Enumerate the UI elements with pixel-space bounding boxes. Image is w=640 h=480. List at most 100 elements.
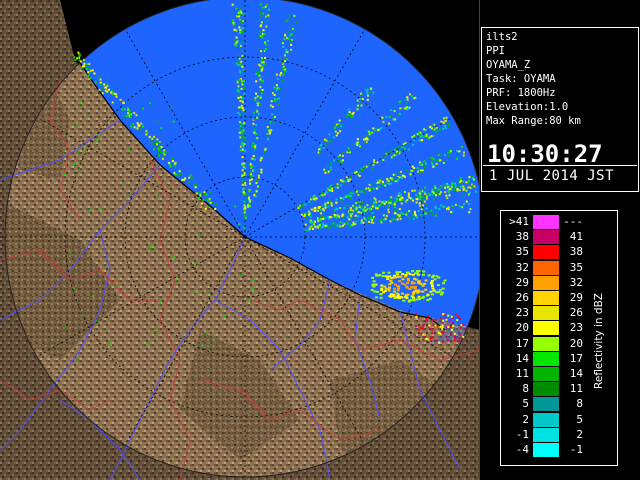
echo-cell [425,162,428,165]
legend-right-value: 17 [569,351,583,365]
echo-cell [405,210,408,213]
legend-right-value: 14 [569,367,583,380]
echo-cell [242,101,244,104]
echo-cell [406,281,410,284]
echo-cell [169,165,172,168]
echo-cell [446,159,449,161]
echo-cell [216,203,218,206]
echo-cell [101,86,104,89]
echo-cell [371,212,374,215]
legend-left-value: 38 [515,230,529,244]
echo-cell [318,150,321,153]
echo-cell [395,180,398,183]
echo-cell [249,162,252,165]
echo-cell [449,149,452,152]
echo-cell [440,317,443,320]
echo-cell [423,135,426,138]
echo-cell [277,103,279,106]
echo-cell [258,112,260,115]
echo-cell [388,122,391,125]
echo-cell [77,151,80,154]
echo-cell [371,167,374,170]
echo-cell [158,145,161,148]
echo-cell [249,172,252,174]
echo-cell [257,176,260,179]
echo-cell [402,175,405,177]
echo-cell [423,282,427,285]
echo-cell [375,296,378,299]
echo-cell [411,169,414,172]
echo-cell [130,115,132,118]
echo-cell [264,147,267,150]
echo-cell [370,221,373,224]
echo-cell [242,116,245,119]
echo-cell [198,197,201,200]
echo-cell [419,139,422,142]
echo-cell [110,91,113,94]
echo-cell [290,43,293,46]
echo-cell [259,30,262,33]
echo-cell [348,108,351,111]
echo-cell [267,138,269,141]
echo-cell [447,154,450,157]
echo-cell [314,225,317,228]
echo-cell [432,193,435,196]
scan-time: 10:30:27 [487,140,603,168]
echo-cell [241,175,244,178]
echo-cell [323,193,326,196]
echo-cell [146,131,149,134]
echo-cell [63,173,66,176]
echo-cell [255,72,258,75]
echo-cell [456,189,459,192]
echo-cell [140,128,143,131]
legend-right-value: 38 [569,245,583,259]
echo-cell [458,205,461,208]
echo-cell [356,108,359,111]
echo-cell [386,181,389,184]
echo-cell [363,192,365,195]
echo-cell [388,286,391,289]
echo-cell [388,275,392,278]
echo-cell [266,19,268,22]
echo-cell [315,197,318,200]
echo-cell [470,183,473,186]
echo-cell [260,76,263,79]
echo-cell [310,208,313,211]
echo-cell [434,324,437,327]
echo-cell [421,169,424,172]
echo-cell [202,198,205,201]
echo-cell [322,209,325,212]
echo-cell [380,178,383,181]
echo-cell [421,139,424,142]
echo-cell [431,213,434,216]
echo-cell [263,57,266,59]
echo-cell [408,273,412,276]
echo-cell [106,83,109,86]
echo-cell [63,326,66,328]
echo-cell [446,339,449,341]
echo-cell [404,107,407,110]
echo-cell [283,38,286,41]
echo-cell [313,210,316,212]
echo-cell [280,72,283,75]
echo-cell [256,110,259,113]
echo-cell [128,110,131,113]
echo-cell [441,287,445,290]
echo-cell [289,34,292,37]
scan-date: 1 JUL 2014 JST [489,168,615,184]
echo-cell [356,138,359,141]
echo-cell [447,186,450,189]
echo-cell [398,191,401,194]
echo-cell [374,217,376,220]
echo-cell [174,164,177,167]
echo-cell [380,284,384,287]
echo-cell [335,134,338,137]
echo-cell [79,60,82,63]
echo-cell [387,288,391,291]
echo-cell [439,154,442,157]
echo-cell [321,191,324,194]
echo-cell [264,32,267,35]
echo-cell [262,29,265,32]
echo-cell [426,195,428,198]
echo-cell [389,109,392,111]
